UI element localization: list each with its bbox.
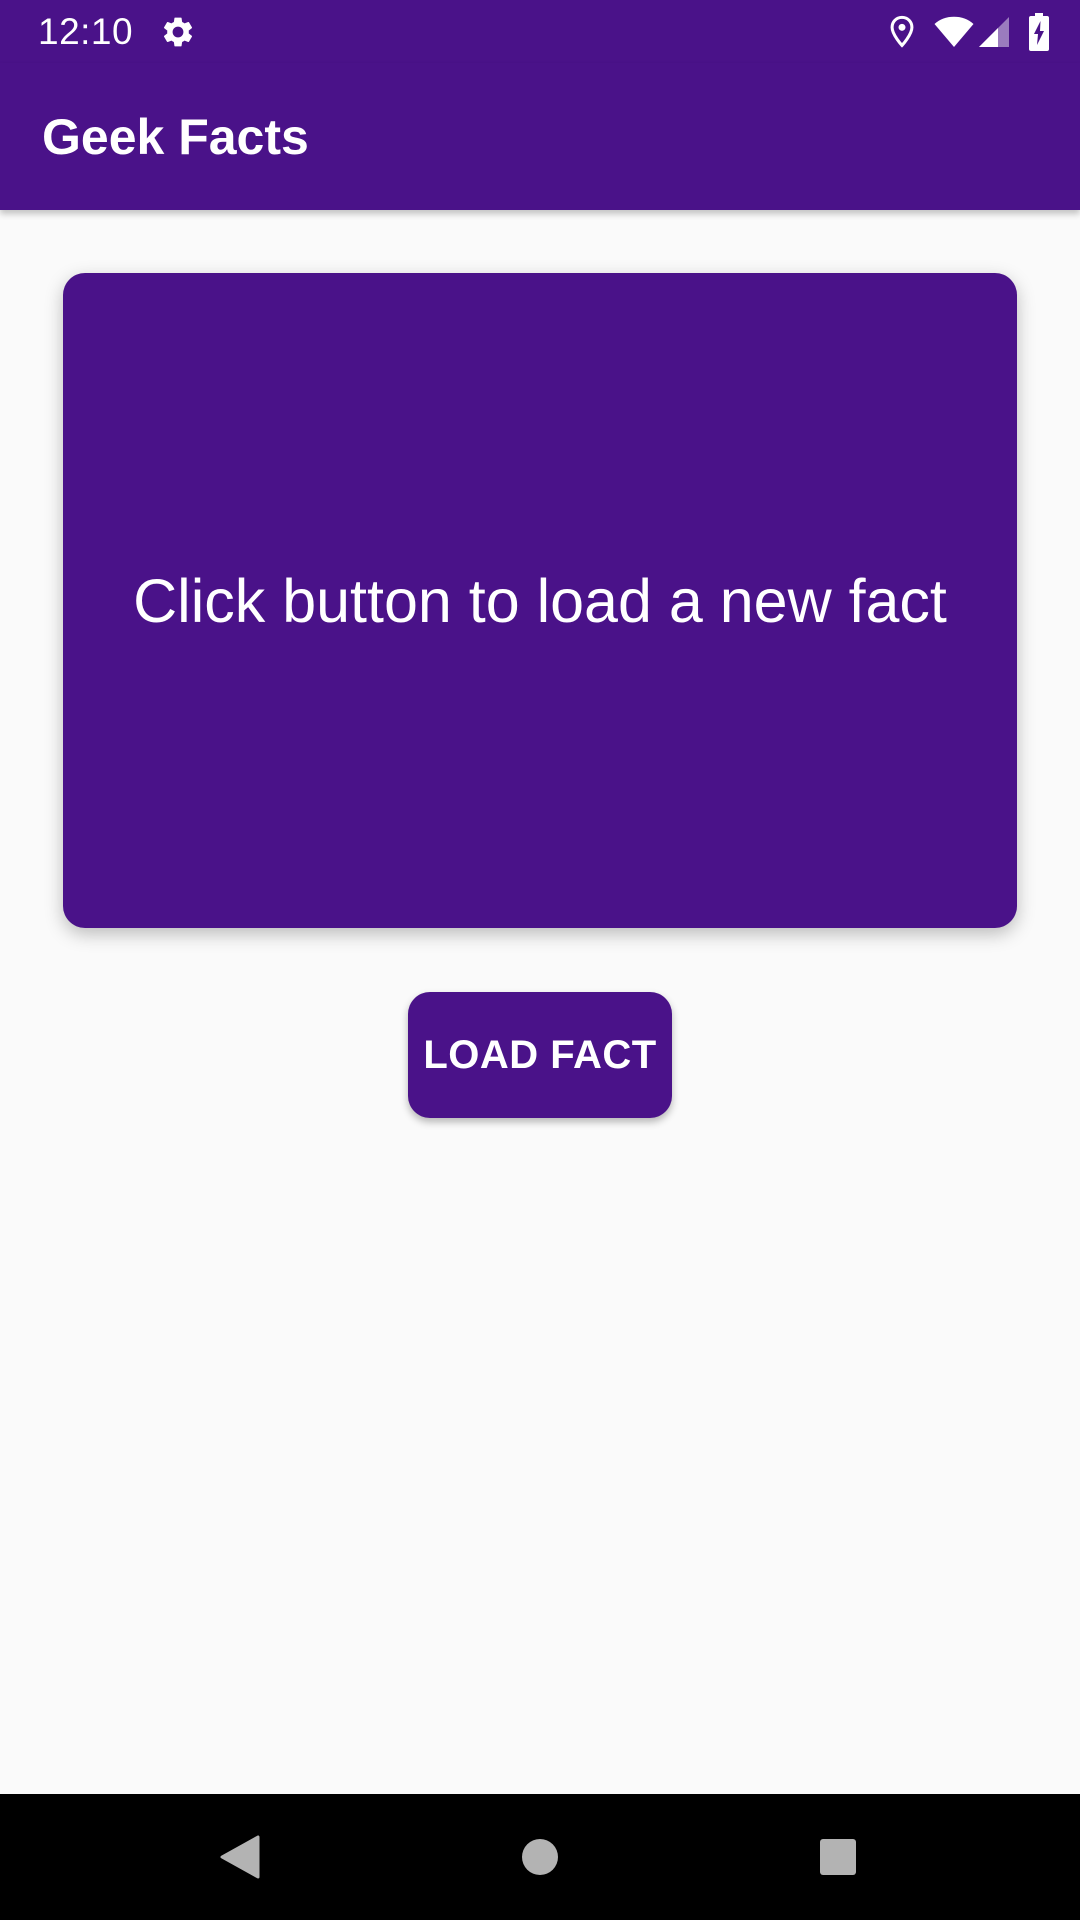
wifi-icon bbox=[934, 16, 974, 47]
status-time: 12:10 bbox=[38, 11, 134, 52]
recents-icon bbox=[820, 1839, 856, 1875]
gear-icon bbox=[160, 14, 196, 50]
battery-charging-icon bbox=[1029, 13, 1049, 51]
status-icons bbox=[870, 12, 1050, 52]
home-icon bbox=[522, 1839, 558, 1875]
app-bar: Geek Facts bbox=[0, 63, 1080, 210]
app-title: Geek Facts bbox=[42, 109, 309, 165]
status-bar: 12:10 bbox=[0, 0, 1080, 63]
back-icon bbox=[220, 1835, 260, 1879]
signal-icon bbox=[979, 17, 1009, 47]
back-button[interactable] bbox=[170, 1794, 310, 1920]
load-fact-button[interactable]: LOAD FACT bbox=[408, 992, 672, 1118]
recents-button[interactable] bbox=[768, 1794, 908, 1920]
home-button[interactable] bbox=[470, 1794, 610, 1920]
location-icon bbox=[890, 15, 914, 48]
fact-text: Click button to load a new fact bbox=[133, 566, 947, 635]
fact-card: Click button to load a new fact bbox=[63, 273, 1017, 928]
navigation-bar bbox=[0, 1794, 1080, 1920]
screen: 12:10 Geek Facts Click button to load a … bbox=[0, 0, 1080, 1920]
